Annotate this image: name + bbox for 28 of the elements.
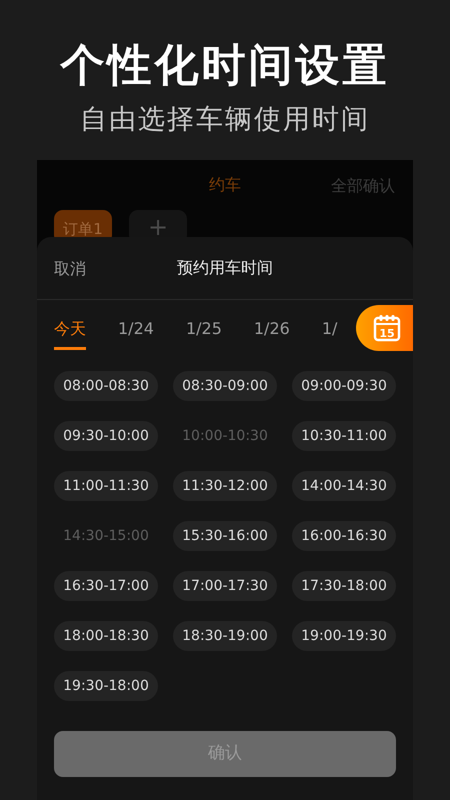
date-tab[interactable]: 1/26 [254, 307, 290, 350]
sheet-title: 预约用车时间 [177, 257, 273, 279]
time-slot[interactable]: 11:00-11:30 [54, 471, 158, 501]
time-slot[interactable]: 08:30-09:00 [173, 371, 277, 401]
date-tab[interactable]: 1/ [322, 307, 338, 350]
calendar-icon: 15 [372, 314, 400, 342]
cancel-button[interactable]: 取消 [54, 257, 86, 281]
time-slot[interactable]: 14:00-14:30 [292, 471, 396, 501]
time-slot[interactable]: 09:30-10:00 [54, 421, 158, 451]
time-slot[interactable]: 08:00-08:30 [54, 371, 158, 401]
date-tab[interactable]: 今天 [54, 307, 86, 350]
date-tab[interactable]: 1/25 [186, 307, 222, 350]
time-slot[interactable]: 17:00-17:30 [173, 571, 277, 601]
time-slot[interactable]: 19:30-18:00 [54, 671, 158, 701]
time-slot[interactable]: 16:30-17:00 [54, 571, 158, 601]
time-slot[interactable]: 16:00-16:30 [292, 521, 396, 551]
time-slot[interactable]: 09:00-09:30 [292, 371, 396, 401]
time-slot[interactable]: 19:00-19:30 [292, 621, 396, 651]
time-slot[interactable]: 17:30-18:00 [292, 571, 396, 601]
time-slot[interactable]: 11:30-12:00 [173, 471, 277, 501]
time-slot[interactable]: 15:30-16:00 [173, 521, 277, 551]
subheadline: 自由选择车辆使用时间 [79, 103, 371, 137]
headline: 个性化时间设置 [58, 39, 390, 93]
time-slot[interactable]: 18:30-19:00 [173, 621, 277, 651]
time-slot[interactable]: 10:30-11:00 [292, 421, 396, 451]
page-title: 约车 [209, 174, 241, 196]
time-slot[interactable]: 18:00-18:30 [54, 621, 158, 651]
date-tab[interactable]: 1/24 [118, 307, 154, 350]
